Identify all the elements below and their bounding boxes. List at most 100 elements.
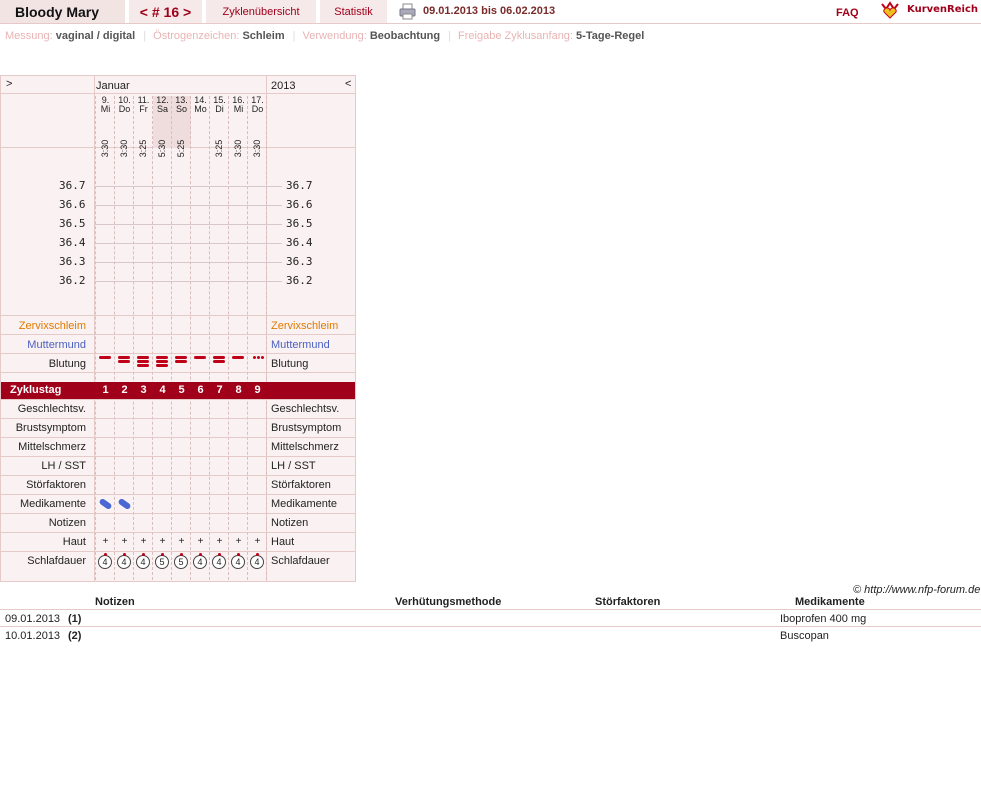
row-label-mittel-right[interactable]: Mittelschmerz [271, 441, 339, 453]
skin-mark[interactable]: + [248, 536, 267, 547]
bleeding-mark [175, 356, 187, 359]
clock-icon[interactable]: 4 [136, 553, 150, 569]
cycle-navigator[interactable]: < # 16 > [129, 0, 203, 23]
row-label-muttermund-right[interactable]: Muttermund [271, 339, 330, 351]
settings-line: Messung: vaginal / digital | Östrogenzeic… [5, 30, 645, 42]
clock-icon[interactable]: 4 [193, 553, 207, 569]
chart-prev-button[interactable]: > [6, 78, 12, 90]
row-label-geschlechtsv[interactable]: Geschlechtsv. [1, 403, 86, 415]
divider [1, 551, 355, 552]
measure-value: vaginal / digital [55, 30, 136, 42]
crown-heart-icon[interactable] [880, 1, 900, 19]
row-label-schlaf-right[interactable]: Schlafdauer [271, 555, 330, 567]
divider [1, 456, 355, 457]
day-header[interactable]: 13. So 5:25 [172, 96, 191, 157]
skin-mark[interactable]: + [210, 536, 229, 547]
pill-icon[interactable] [98, 497, 113, 511]
day-header[interactable]: 16. Mi 3:30 [229, 96, 248, 158]
row-label-brust-right[interactable]: Brustsymptom [271, 422, 341, 434]
clock-icon[interactable]: 5 [155, 553, 169, 569]
bleeding-mark [213, 360, 225, 363]
temp-label-right: 36.5 [286, 217, 313, 230]
day-header[interactable]: 14. Mo [191, 96, 210, 148]
tab-cycle-overview[interactable]: Zyklenübersicht [206, 0, 317, 23]
day-weekday: Fr [139, 104, 148, 114]
divider [1, 315, 355, 316]
temp-label-left: 36.4 [59, 236, 86, 249]
clock-icon[interactable]: 4 [250, 553, 264, 569]
clock-icon[interactable]: 4 [231, 553, 245, 569]
day-header[interactable]: 17. Do 3:30 [248, 96, 267, 158]
row-meds: Iboprofen 400 mg [780, 613, 867, 625]
logo-text[interactable]: KurvenReich [907, 4, 978, 15]
day-header[interactable]: 9. Mi 3:30 [96, 96, 115, 158]
faq-link[interactable]: FAQ [836, 7, 859, 19]
clock-icon[interactable]: 4 [98, 553, 112, 569]
row-label-stoer-right[interactable]: Störfaktoren [271, 479, 331, 491]
chart-next-button[interactable]: < [345, 78, 351, 90]
day-header[interactable]: 15. Di 3:25 [210, 96, 229, 158]
day-weekday: Mo [194, 104, 207, 114]
row-label-stoer[interactable]: Störfaktoren [1, 479, 86, 491]
temp-label-left: 36.5 [59, 217, 86, 230]
row-label-lh-right[interactable]: LH / SST [271, 460, 316, 472]
row-label-medi-right[interactable]: Medikamente [271, 498, 337, 510]
day-time: 3:30 [100, 139, 110, 158]
skin-mark[interactable]: + [153, 536, 172, 547]
row-meds: Buscopan [780, 630, 829, 642]
temp-gridline [94, 243, 282, 244]
estrogen-key: Östrogenzeichen: [153, 30, 240, 42]
skin-mark[interactable]: + [134, 536, 153, 547]
bleeding-mark [194, 356, 206, 359]
temp-gridline [94, 186, 282, 187]
row-note[interactable]: (2) [68, 630, 81, 642]
row-label-medi[interactable]: Medikamente [1, 498, 86, 510]
row-label-mittel[interactable]: Mittelschmerz [1, 441, 86, 453]
printer-icon[interactable] [399, 3, 416, 20]
row-label-muttermund[interactable]: Muttermund [1, 339, 86, 351]
row-label-lh[interactable]: LH / SST [1, 460, 86, 472]
grid-line [171, 96, 172, 580]
row-label-haut[interactable]: Haut [1, 536, 86, 548]
skin-mark[interactable]: + [115, 536, 134, 547]
row-label-zervix-right[interactable]: Zervixschleim [271, 320, 338, 332]
date-range: 09.01.2013 bis 06.02.2013 [423, 5, 556, 17]
temp-label-left: 36.3 [59, 255, 86, 268]
tab-statistics[interactable]: Statistik [320, 0, 388, 23]
day-weekday: Mi [233, 104, 244, 114]
temp-gridline [94, 262, 282, 263]
clock-icon[interactable]: 4 [117, 553, 131, 569]
skin-mark[interactable]: + [172, 536, 191, 547]
row-label-zervix[interactable]: Zervixschleim [1, 320, 86, 332]
day-header[interactable]: 11. Fr 3:25 [134, 96, 153, 158]
row-label-notizen-right[interactable]: Notizen [271, 517, 308, 529]
row-label-notizen[interactable]: Notizen [1, 517, 86, 529]
row-note[interactable]: (1) [68, 613, 81, 625]
day-weekday: Do [251, 104, 264, 114]
day-header[interactable]: 12. Sa 5:30 [153, 96, 172, 157]
row-label-haut-right[interactable]: Haut [271, 536, 294, 548]
clock-icon[interactable]: 5 [174, 553, 188, 569]
skin-mark[interactable]: + [191, 536, 210, 547]
copyright[interactable]: © http://www.nfp-forum.de [853, 584, 980, 596]
day-time: 3:25 [214, 139, 224, 158]
row-label-geschlechtsv-right[interactable]: Geschlechtsv. [271, 403, 339, 415]
temp-label-right: 36.2 [286, 274, 313, 287]
bleeding-mark [156, 356, 168, 359]
row-label-schlaf[interactable]: Schlafdauer [1, 555, 86, 567]
bleeding-mark [175, 360, 187, 363]
day-time: 3:30 [252, 139, 262, 158]
day-weekday: So [175, 104, 187, 114]
day-weekday: Do [118, 104, 131, 114]
bleeding-spot [253, 356, 256, 359]
cycle-day-number: 7 [216, 384, 223, 396]
skin-mark[interactable]: + [96, 536, 115, 547]
grid-line [228, 96, 229, 580]
pill-icon[interactable] [117, 497, 132, 511]
bleeding-mark [156, 360, 168, 363]
skin-mark[interactable]: + [229, 536, 248, 547]
divider [1, 437, 355, 438]
row-label-brust[interactable]: Brustsymptom [1, 422, 86, 434]
clock-icon[interactable]: 4 [212, 553, 226, 569]
day-header[interactable]: 10. Do 3:30 [115, 96, 134, 158]
